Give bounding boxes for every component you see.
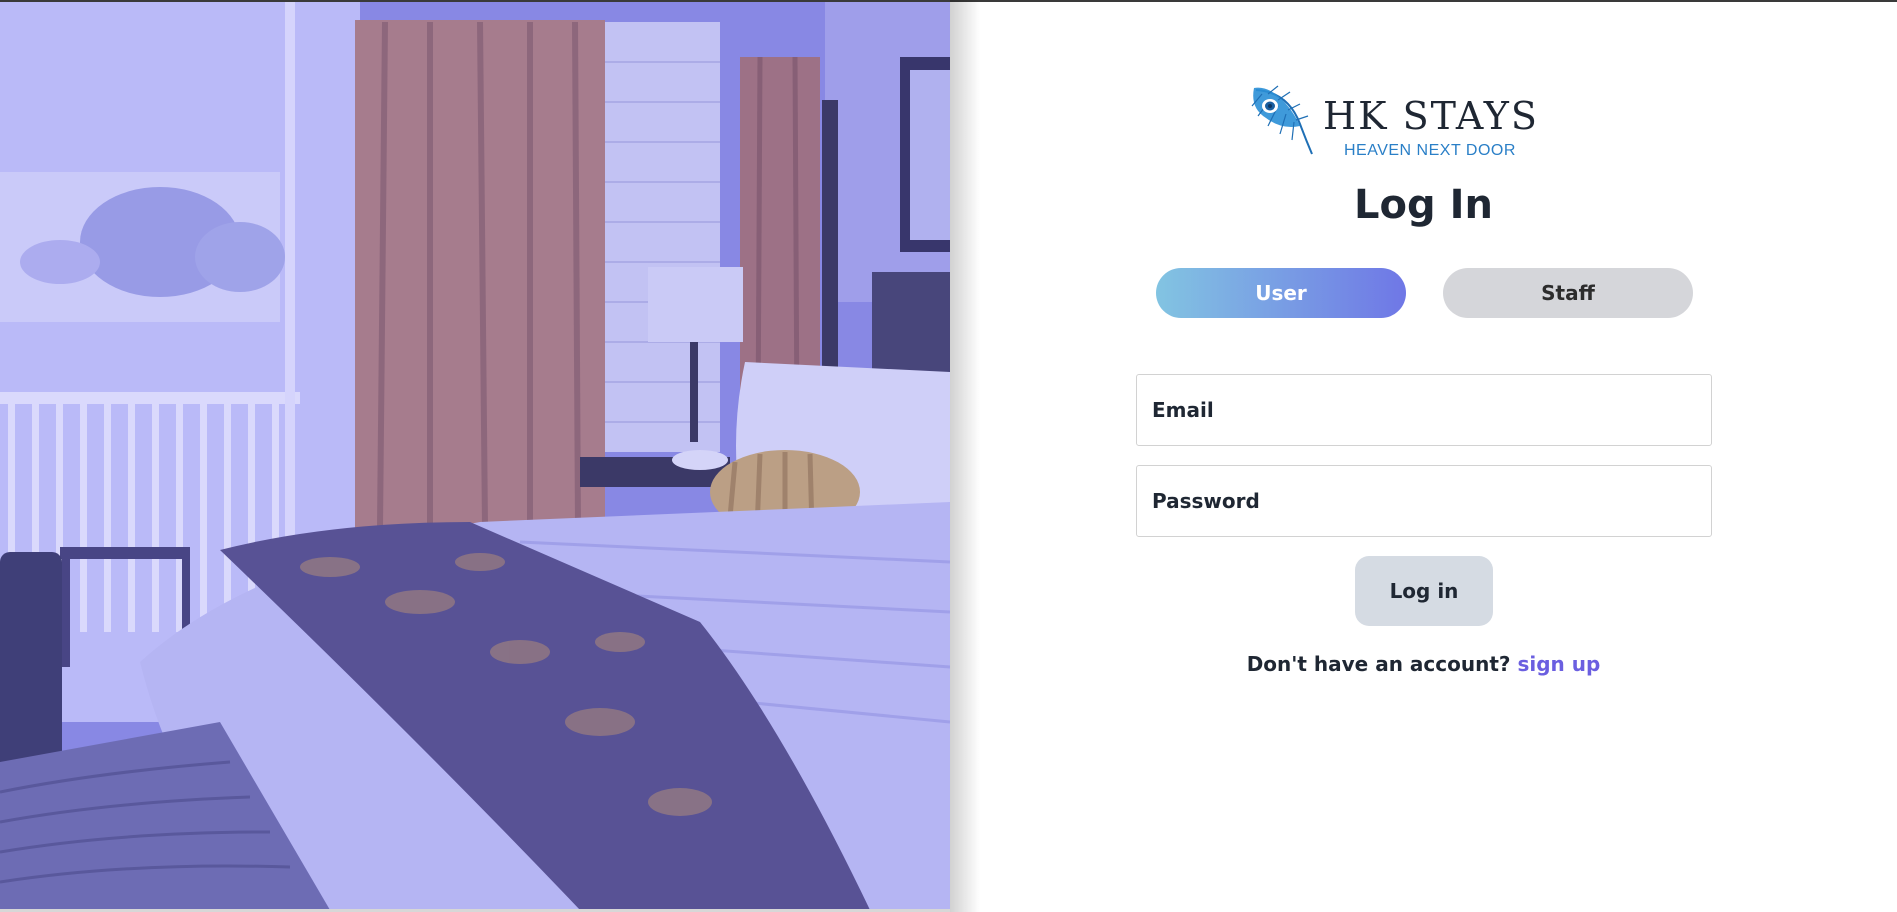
hero-image <box>0 2 950 910</box>
email-field[interactable] <box>1136 374 1712 446</box>
brand-tagline: HEAVEN NEXT DOOR <box>1344 142 1516 159</box>
signup-link[interactable]: sign up <box>1517 652 1600 676</box>
password-field[interactable] <box>1136 465 1712 537</box>
login-button[interactable]: Log in <box>1355 556 1493 626</box>
user-role-button[interactable]: User <box>1156 268 1406 318</box>
signup-row: Don't have an account? sign up <box>950 652 1897 676</box>
staff-role-button[interactable]: Staff <box>1443 268 1693 318</box>
page-title: Log In <box>1354 182 1493 228</box>
login-panel: HK STAYS HEAVEN NEXT DOOR Log In User St… <box>950 2 1897 912</box>
signup-prompt: Don't have an account? <box>1246 652 1518 676</box>
peacock-feather-icon <box>1248 84 1314 158</box>
brand-name: HK STAYS <box>1323 94 1539 138</box>
brand-logo: HK STAYS HEAVEN NEXT DOOR <box>1248 84 1538 164</box>
